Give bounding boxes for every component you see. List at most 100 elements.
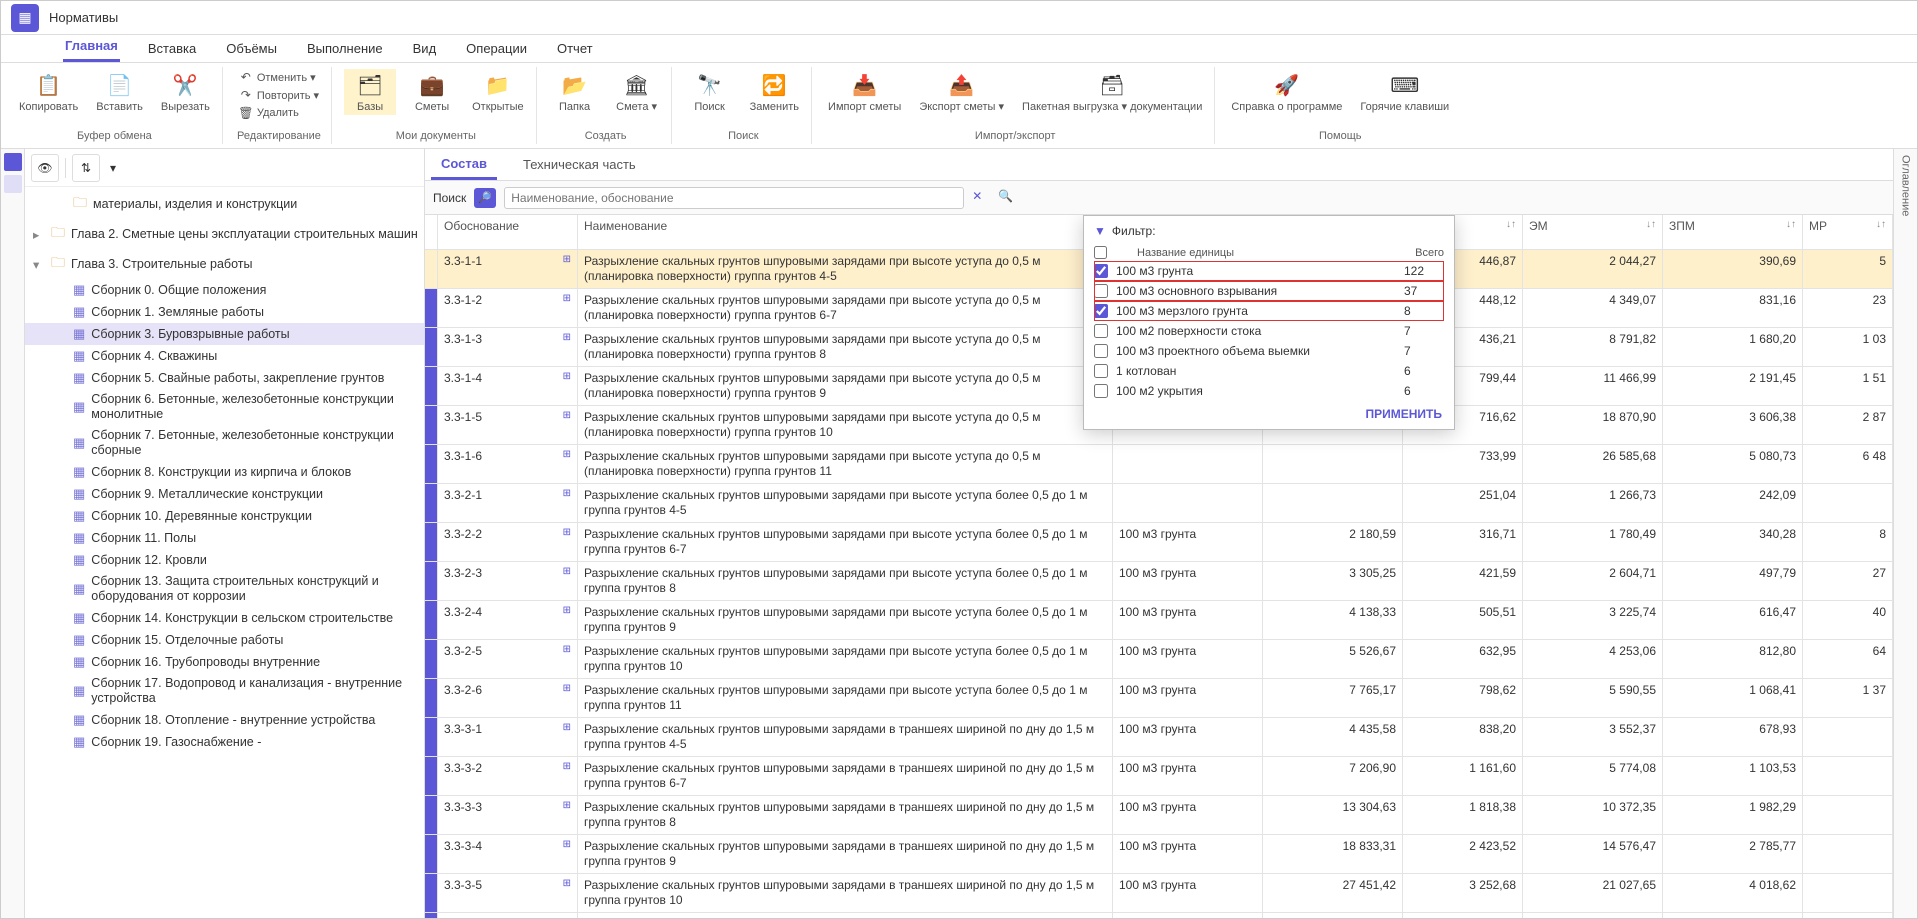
table-row[interactable]: 3.3-2-2⊞Разрыхление скальных грунтов шпу… [425, 522, 1893, 561]
undo-button[interactable]: ↶Отменить ▾ [235, 69, 323, 85]
search-button[interactable]: 🔭Поиск [684, 69, 736, 115]
batch-export-button[interactable]: 🗃Пакетная выгрузка ▾ документации [1018, 69, 1206, 115]
expand-icon[interactable]: ⊞ [563, 371, 571, 382]
folder-button[interactable]: 📂Папка [549, 69, 601, 115]
filter-checkbox[interactable] [1094, 324, 1108, 338]
tree-item[interactable]: ▦Сборник 8. Конструкции из кирпича и бло… [25, 461, 424, 483]
tree-item[interactable]: ▸🗀Глава 2. Сметные цены эксплуатации стр… [25, 219, 424, 249]
cut-button[interactable]: ✂️Вырезать [157, 69, 214, 115]
expand-icon[interactable]: ⊞ [563, 800, 571, 811]
gutter-icon[interactable] [4, 175, 22, 193]
tree-item[interactable]: ▦Сборник 4. Скважины [25, 345, 424, 367]
main-tab-3[interactable]: Выполнение [305, 37, 385, 62]
estimates-button[interactable]: 💼Сметы [406, 69, 458, 115]
redo-button[interactable]: ↷Повторить ▾ [235, 87, 323, 103]
tree-item[interactable]: ▦Сборник 11. Полы [25, 527, 424, 549]
filter-option[interactable]: 100 м3 основного взрывания37 [1094, 281, 1444, 301]
clear-icon[interactable]: ✕ [972, 189, 990, 207]
column-header[interactable]: ЭМ↓↑ [1523, 215, 1663, 249]
expand-icon[interactable]: ⊞ [563, 293, 571, 304]
tree-mode-button[interactable]: ⇅ [72, 154, 100, 182]
expand-icon[interactable]: ⊞ [563, 683, 571, 694]
table-row[interactable]: 3.3-2-4⊞Разрыхление скальных грунтов шпу… [425, 600, 1893, 639]
expand-icon[interactable]: ⊞ [563, 605, 571, 616]
table-row[interactable]: 3.3-3-3⊞Разрыхление скальных грунтов шпу… [425, 795, 1893, 834]
expand-icon[interactable]: ⊞ [563, 527, 571, 538]
filter-checkbox[interactable] [1094, 344, 1108, 358]
expand-icon[interactable]: ⊞ [563, 332, 571, 343]
hotkeys-button[interactable]: ⌨Горячие клавиши [1356, 69, 1453, 115]
expand-icon[interactable]: ⊞ [563, 566, 571, 577]
filter-checkbox[interactable] [1094, 284, 1108, 298]
paste-button[interactable]: 📄Вставить [92, 69, 147, 115]
search-input[interactable] [504, 187, 964, 209]
gutter-icon[interactable] [4, 153, 22, 171]
expand-icon[interactable]: ⊞ [563, 644, 571, 655]
expand-icon[interactable]: ⊞ [563, 722, 571, 733]
right-gutter[interactable]: Оглавление [1893, 149, 1917, 918]
table-row[interactable]: 3.3-3-1⊞Разрыхление скальных грунтов шпу… [425, 717, 1893, 756]
table-row[interactable]: 3.3-3-5⊞Разрыхление скальных грунтов шпу… [425, 873, 1893, 912]
tree-item[interactable]: ▦Сборник 12. Кровли [25, 549, 424, 571]
filter-option[interactable]: 1 котлован6 [1094, 361, 1444, 381]
tree-item[interactable]: ▦Сборник 7. Бетонные, железобетонные кон… [25, 425, 424, 461]
expand-icon[interactable]: ⊞ [563, 449, 571, 460]
search-mode-icon[interactable]: 🔎 [474, 188, 496, 208]
column-header[interactable]: Наименование [578, 215, 1113, 249]
column-header[interactable]: Обоснование [438, 215, 578, 249]
tree-item[interactable]: ▦Сборник 19. Газоснабжение - [25, 731, 424, 753]
table-row[interactable]: 3.3-3-6⊞Разрыхление скальных грунтов шпу… [425, 912, 1893, 918]
column-header[interactable]: ЗПМ↓↑ [1663, 215, 1803, 249]
sort-icon[interactable]: ↓↑ [1876, 219, 1886, 230]
table-row[interactable]: 3.3-3-2⊞Разрыхление скальных грунтов шпу… [425, 756, 1893, 795]
expand-icon[interactable]: ⊞ [563, 410, 571, 421]
sort-icon[interactable]: ↓↑ [1646, 219, 1656, 230]
bases-button[interactable]: 🗂Базы [344, 69, 396, 115]
tree-item[interactable]: ▦Сборник 0. Общие положения [25, 279, 424, 301]
main-tab-6[interactable]: Отчет [555, 37, 595, 62]
replace-button[interactable]: 🔁Заменить [746, 69, 803, 115]
table-row[interactable]: 3.3-2-3⊞Разрыхление скальных грунтов шпу… [425, 561, 1893, 600]
tree-item[interactable]: ▦Сборник 16. Трубопроводы внутренние [25, 651, 424, 673]
main-tab-5[interactable]: Операции [464, 37, 529, 62]
sort-icon[interactable]: ↓↑ [1786, 219, 1796, 230]
open-button[interactable]: 📁Открытые [468, 69, 528, 115]
tree-item[interactable]: ▦Сборник 18. Отопление - внутренние устр… [25, 709, 424, 731]
tree-item[interactable]: 🗀материалы, изделия и конструкции [25, 189, 424, 219]
filter-apply-button[interactable]: ПРИМЕНИТЬ [1094, 401, 1444, 423]
filter-option[interactable]: 100 м3 грунта122 [1094, 261, 1444, 281]
table-row[interactable]: 3.3-1-6⊞Разрыхление скальных грунтов шпу… [425, 444, 1893, 483]
sort-icon[interactable]: ↓↑ [1506, 219, 1516, 230]
table-row[interactable]: 3.3-3-4⊞Разрыхление скальных грунтов шпу… [425, 834, 1893, 873]
main-tab-0[interactable]: Главная [63, 34, 120, 62]
filter-checkbox[interactable] [1094, 364, 1108, 378]
tree-item[interactable]: ▾🗀Глава 3. Строительные работы [25, 249, 424, 279]
delete-button[interactable]: 🗑Удалить [235, 105, 323, 121]
tree-item[interactable]: ▦Сборник 13. Защита строительных констру… [25, 571, 424, 607]
tree-item[interactable]: ▦Сборник 14. Конструкции в сельском стро… [25, 607, 424, 629]
content-tab-0[interactable]: Состав [431, 150, 497, 180]
expand-icon[interactable]: ⊞ [563, 488, 571, 499]
filter-checkbox[interactable] [1094, 384, 1108, 398]
main-tab-1[interactable]: Вставка [146, 37, 198, 62]
visibility-toggle[interactable]: 👁 [31, 154, 59, 182]
import-button[interactable]: 📥Импорт сметы [824, 69, 905, 115]
copy-button[interactable]: 📋Копировать [15, 69, 82, 115]
expand-icon[interactable]: ⊞ [563, 878, 571, 889]
filter-select-all[interactable] [1094, 246, 1107, 259]
expand-icon[interactable]: ⊞ [563, 254, 571, 265]
help-button[interactable]: 🚀Справка о программе [1227, 69, 1346, 115]
filter-option[interactable]: 100 м2 укрытия6 [1094, 381, 1444, 401]
table-row[interactable]: 3.3-2-6⊞Разрыхление скальных грунтов шпу… [425, 678, 1893, 717]
estimate-new-button[interactable]: 🏛Смета ▾ [611, 69, 663, 115]
filter-checkbox[interactable] [1094, 264, 1108, 278]
tree-item[interactable]: ▦Сборник 10. Деревянные конструкции [25, 505, 424, 527]
main-tab-2[interactable]: Объёмы [224, 37, 279, 62]
main-tab-4[interactable]: Вид [411, 37, 439, 62]
search-icon[interactable]: 🔍 [998, 189, 1016, 207]
content-tab-1[interactable]: Техническая часть [513, 151, 646, 178]
dropdown-icon[interactable]: ▾ [106, 154, 120, 182]
filter-option[interactable]: 100 м3 мерзлого грунта8 [1094, 301, 1444, 321]
tree-item[interactable]: ▦Сборник 1. Земляные работы [25, 301, 424, 323]
filter-option[interactable]: 100 м3 проектного объема выемки7 [1094, 341, 1444, 361]
